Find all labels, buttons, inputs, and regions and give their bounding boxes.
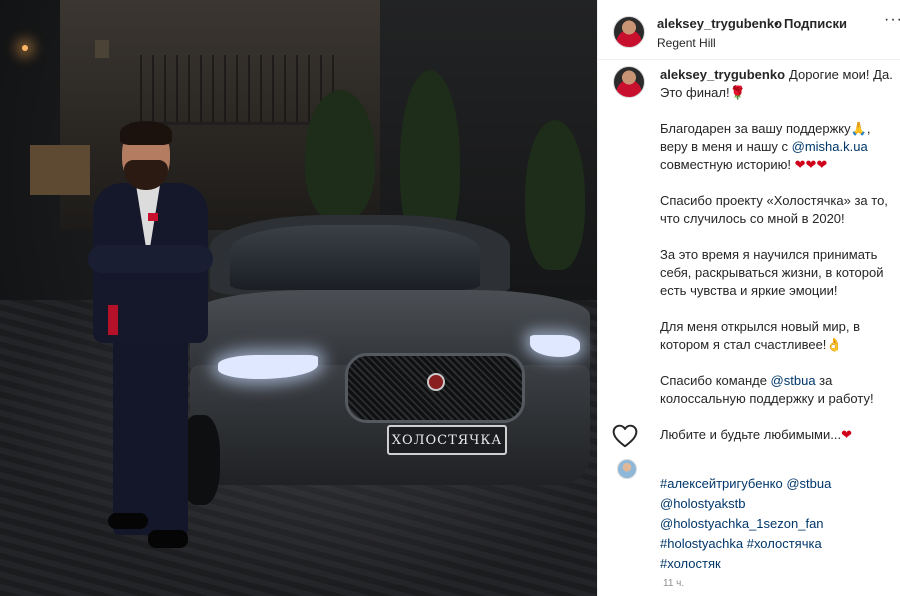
hashtags: #алексейтригубенко @stbua @holostyakstb … xyxy=(660,474,898,574)
caption-text: Спасибо команде xyxy=(660,373,771,388)
man-figure xyxy=(88,121,228,575)
hearts-emoji: ❤❤❤ xyxy=(794,157,828,172)
post-caption: aleksey_trygubenko Дорогие мои! Да. Это ф… xyxy=(660,66,898,462)
man-hair xyxy=(120,121,172,145)
header-separator: • xyxy=(774,16,779,31)
car-badge xyxy=(427,373,445,391)
caption-username-link[interactable]: aleksey_trygubenko xyxy=(660,67,785,82)
license-plate: ХОЛОСТЯЧКА xyxy=(387,425,507,455)
caption-text: Любите и будьте любимыми... xyxy=(660,427,842,442)
post-photo[interactable]: ХОЛОСТЯЧКА xyxy=(0,0,597,596)
heart-emoji: ❤ xyxy=(841,427,852,442)
caption-paragraph-1: aleksey_trygubenko Дорогие мои! Да. Это ф… xyxy=(660,66,898,102)
window xyxy=(30,145,90,195)
car: ХОЛОСТЯЧКА xyxy=(180,215,597,515)
hashtag-link[interactable]: @holostyachka_1sezon_fan xyxy=(660,514,898,534)
pray-emoji: 🙏 xyxy=(850,121,867,136)
caption-paragraph-6: Спасибо команде @stbua за колоссальную п… xyxy=(660,372,898,408)
instagram-post: ХОЛОСТЯЧКА aleksey_trygubenko • Подписки… xyxy=(0,0,900,596)
hashtag-link[interactable]: @holostyakstb xyxy=(660,494,898,514)
caption-paragraph-5: Для меня открылся новый мир, в котором я… xyxy=(660,318,898,354)
mention-link[interactable]: @stbua xyxy=(771,373,816,388)
location-link[interactable]: Regent Hill xyxy=(657,36,716,50)
caption-text: Благодарен за вашу поддержку xyxy=(660,121,851,136)
man-shoe xyxy=(108,513,148,529)
mention-link[interactable]: @misha.k.ua xyxy=(792,139,868,154)
car-windshield xyxy=(230,225,480,290)
following-button[interactable]: Подписки xyxy=(784,16,847,31)
caption-paragraph-4: За это время я научился принимать себя, … xyxy=(660,247,884,298)
pocket-square xyxy=(148,213,158,221)
caption-paragraph-2: Благодарен за вашу поддержку🙏, веру в ме… xyxy=(660,120,898,174)
post-timestamp[interactable]: 11 ч. xyxy=(663,578,684,589)
man-shoe xyxy=(148,530,188,548)
window xyxy=(95,40,109,58)
hashtag-link[interactable]: #holostyachka #холостячка xyxy=(660,534,898,554)
comment-avatar[interactable] xyxy=(617,459,637,479)
jacket-lining xyxy=(108,305,118,335)
caption-text: совместную историю! xyxy=(660,157,795,172)
post-header: aleksey_trygubenko • Подписки Regent Hil… xyxy=(598,0,900,60)
caption-avatar[interactable] xyxy=(613,66,645,98)
man-legs xyxy=(113,335,188,535)
header-username-link[interactable]: aleksey_trygubenko xyxy=(657,16,782,31)
street-light xyxy=(22,45,28,51)
balcony-railing xyxy=(130,55,340,125)
more-horizontal-icon[interactable]: ··· xyxy=(884,11,900,29)
shrub xyxy=(305,90,375,220)
rose-emoji: 🌹 xyxy=(729,85,746,100)
ok-hand-emoji: 👌 xyxy=(826,337,843,352)
caption-paragraph-3: Спасибо проекту «Холостячка» за то, что … xyxy=(660,193,888,226)
caption-paragraph-7: Любите и будьте любимыми...❤ xyxy=(660,426,898,444)
heart-outline-icon[interactable] xyxy=(612,424,638,448)
avatar[interactable] xyxy=(613,16,645,48)
post-side-panel: aleksey_trygubenko • Подписки Regent Hil… xyxy=(597,0,900,596)
hashtag-link[interactable]: #алексейтригубенко @stbua xyxy=(660,474,898,494)
hashtag-link[interactable]: #холостяк xyxy=(660,554,898,574)
man-arms xyxy=(88,245,213,273)
